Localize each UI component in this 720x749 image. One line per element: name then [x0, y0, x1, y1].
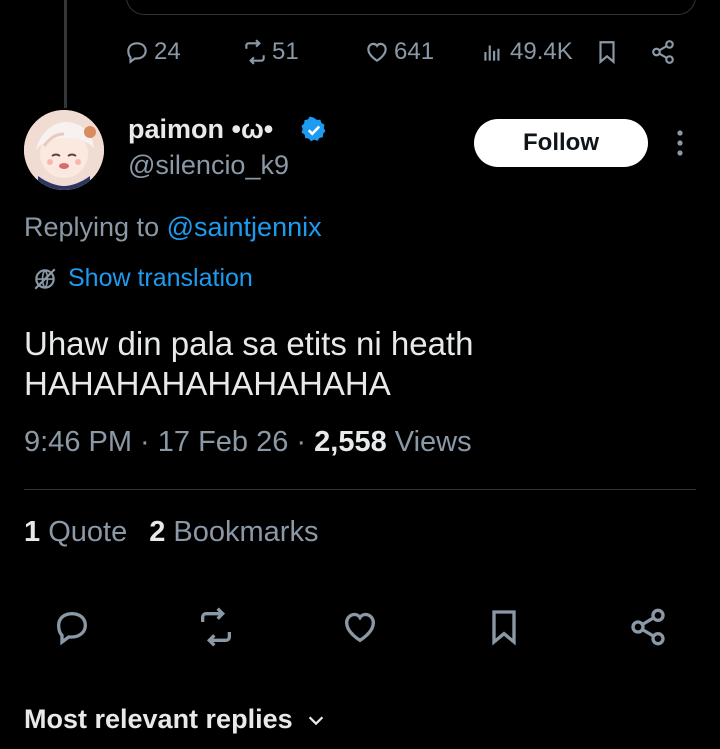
bookmark-button[interactable]: [481, 604, 527, 650]
author-handle[interactable]: @silencio_k9: [128, 150, 289, 181]
parent-post-actions: 24 51 641 49.4K: [124, 36, 704, 68]
heart-icon: [344, 612, 376, 643]
replies-sort-dropdown[interactable]: Most relevant replies: [24, 704, 327, 735]
share-action[interactable]: [650, 36, 676, 68]
author-name[interactable]: paimon •ω•: [128, 114, 273, 145]
repost-button[interactable]: [193, 604, 239, 650]
views-action[interactable]: 49.4K: [480, 36, 573, 68]
like-count: 641: [394, 38, 435, 65]
show-translation-label: Show translation: [68, 264, 253, 292]
bookmark-icon: [492, 610, 516, 646]
show-translation-link[interactable]: Show translation: [32, 264, 253, 293]
quotes-stat[interactable]: 1 Quote: [24, 516, 127, 548]
more-options-icon[interactable]: [668, 128, 692, 158]
share-icon: [652, 40, 674, 64]
tweet-text: Uhaw din pala sa etits ni heath HAHAHAHA…: [24, 324, 684, 404]
engagement-stats: 1 Quote 2 Bookmarks: [24, 516, 318, 549]
bookmarks-label: Bookmarks: [173, 516, 319, 548]
post-meta: 9:46 PM · 17 Feb 26 · 2,558 Views: [24, 426, 472, 459]
tweet-text-line-1: Uhaw din pala sa etits ni heath: [24, 325, 474, 362]
reply-button[interactable]: [49, 604, 95, 650]
replying-to-label: Replying to: [24, 212, 160, 242]
analytics-icon: [484, 45, 500, 61]
follow-button[interactable]: Follow: [474, 119, 648, 167]
replies-sort-label: Most relevant replies: [24, 704, 293, 734]
post-action-bar: [0, 604, 720, 650]
quoted-post-card-bottom[interactable]: [126, 0, 696, 15]
like-action[interactable]: 641: [364, 36, 434, 68]
repost-icon: [245, 39, 265, 65]
post-timestamp[interactable]: 9:46 PM · 17 Feb 26 ·: [24, 426, 314, 458]
views-count: 49.4K: [510, 38, 573, 65]
reply-count: 24: [154, 38, 181, 65]
reply-icon: [127, 42, 147, 64]
quotes-count: 1: [24, 516, 41, 548]
avatar-image: [24, 110, 104, 190]
translate-icon: [34, 267, 56, 290]
verified-badge-icon: [301, 116, 326, 142]
repost-action[interactable]: 51: [242, 36, 299, 68]
divider: [24, 489, 696, 490]
thread-connector-line: [64, 0, 67, 108]
tweet-text-line-2: HAHAHAHAHAHAHAHA: [24, 365, 391, 402]
reply-action[interactable]: 24: [124, 36, 181, 68]
repost-icon: [201, 607, 231, 647]
share-icon: [631, 608, 665, 646]
bookmark-action[interactable]: [594, 36, 620, 68]
quotes-label: Quote: [48, 516, 128, 548]
bookmarks-count: 2: [149, 516, 166, 548]
views-number: 2,558: [314, 426, 387, 458]
heart-icon: [367, 42, 387, 62]
bookmark-icon: [599, 41, 615, 65]
like-button[interactable]: [337, 604, 383, 650]
views-label: Views: [394, 426, 472, 458]
replying-to-mention[interactable]: @saintjennix: [167, 212, 322, 242]
chevron-down-icon: [308, 715, 323, 725]
replying-to: Replying to @saintjennix: [24, 212, 322, 243]
repost-count: 51: [272, 38, 299, 65]
bookmarks-stat[interactable]: 2 Bookmarks: [149, 516, 318, 548]
avatar[interactable]: [24, 110, 104, 190]
share-button[interactable]: [625, 604, 671, 650]
reply-icon: [56, 611, 88, 646]
